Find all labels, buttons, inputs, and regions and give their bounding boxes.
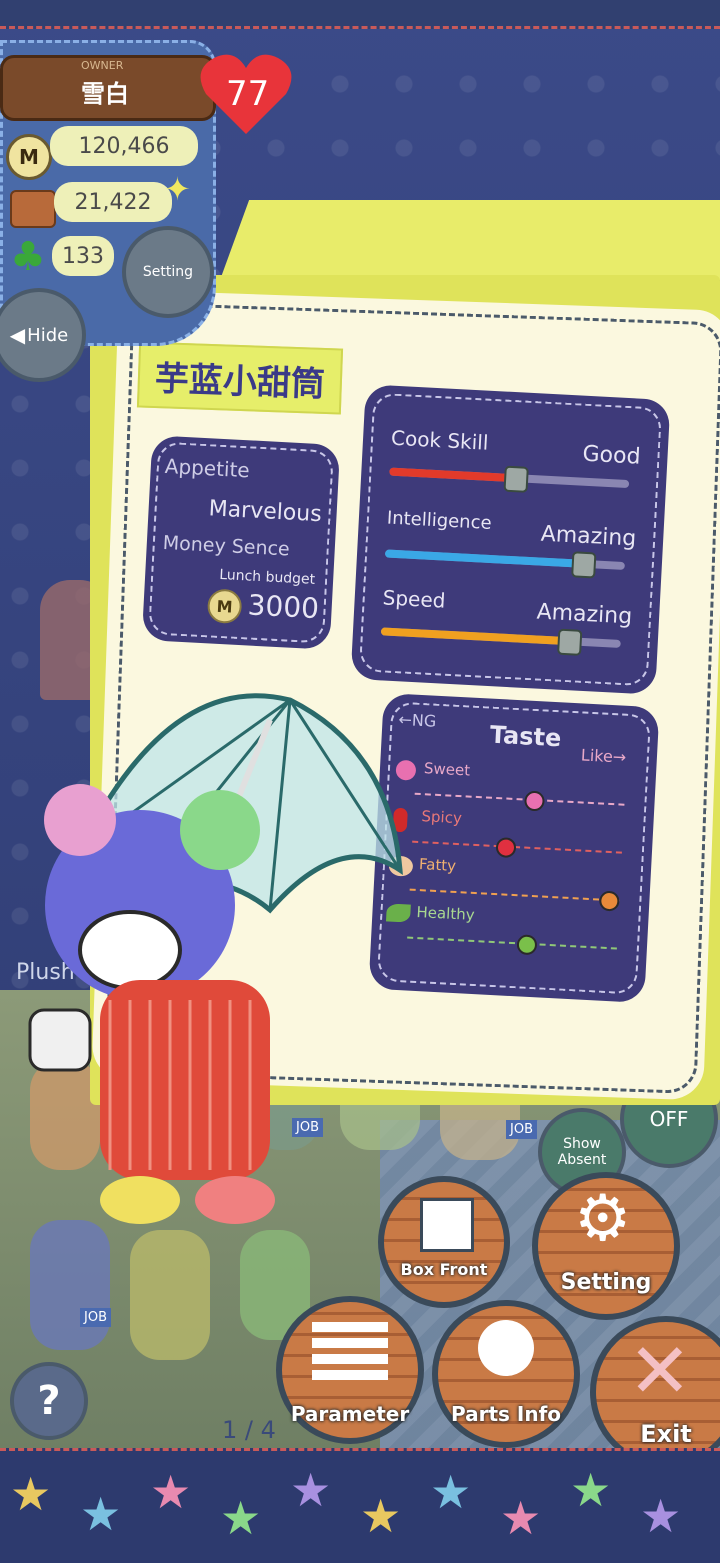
character-foot-left <box>100 1176 180 1224</box>
box-front-button[interactable]: Box Front <box>378 1176 510 1308</box>
help-button[interactable]: ? <box>10 1362 88 1440</box>
stat-value: Good <box>581 441 642 470</box>
taste-pin <box>523 790 545 812</box>
box-top <box>220 200 720 280</box>
stat-slider-knob[interactable] <box>570 551 597 579</box>
parts-info-button[interactable]: Parts Info <box>432 1300 580 1448</box>
stat-value: Amazing <box>540 521 637 552</box>
owner-nameplate[interactable]: OWNER 雪白 <box>0 55 216 121</box>
stat-slider-knob[interactable] <box>557 628 583 656</box>
stat-bar <box>389 465 630 493</box>
star-decoration: ★ <box>290 1463 332 1517</box>
stat-fill <box>384 549 582 568</box>
owner-label: OWNER <box>81 59 124 72</box>
stat-bar <box>384 549 625 579</box>
setting-button[interactable]: ⚙ Setting <box>532 1172 680 1320</box>
parts-icon <box>478 1320 534 1376</box>
stat-label: Cook Skill <box>390 425 489 455</box>
stat-row: Intelligence Amazing <box>384 508 637 591</box>
star-decoration: ★ <box>500 1491 542 1545</box>
stat-fill <box>389 467 515 483</box>
stat-bar <box>380 627 621 656</box>
close-icon: ✕ <box>628 1326 692 1415</box>
gear-icon: ⚙ <box>574 1182 632 1256</box>
page-indicator: 1 / 4 <box>222 1416 276 1444</box>
star-decoration: ★ <box>360 1489 402 1543</box>
plush-character[interactable] <box>20 680 440 1240</box>
dish-name-tag: 芋蓝小甜筒 <box>136 341 344 415</box>
sparkle-icon: ✦ <box>164 170 191 208</box>
character-ear-left <box>44 784 116 856</box>
taste-pin <box>495 837 517 859</box>
box-icon <box>420 1198 474 1252</box>
stat-value: Amazing <box>536 599 633 630</box>
taste-pin <box>598 890 620 912</box>
coin-icon: M <box>6 134 52 180</box>
star-decoration: ★ <box>150 1465 192 1519</box>
lunch-budget-value: 3000 <box>246 588 320 626</box>
taste-track <box>414 792 625 806</box>
star-decoration: ★ <box>220 1491 262 1545</box>
taste-pin <box>516 934 538 956</box>
coin-counter: 120,466 <box>50 126 198 166</box>
appetite-panel: Appetite Marvelous Money Sence Lunch bud… <box>141 435 341 650</box>
taste-like-label: Like→ <box>580 745 627 767</box>
clover-counter: 133 <box>52 236 114 276</box>
stat-fill <box>380 627 569 646</box>
character-paw <box>28 1008 92 1072</box>
star-decoration: ★ <box>570 1463 612 1517</box>
food-basket-icon <box>10 190 56 228</box>
star-decoration: ★ <box>640 1489 682 1543</box>
owner-name: 雪白 <box>81 80 129 108</box>
stat-slider-knob[interactable] <box>503 465 529 493</box>
star-decoration: ★ <box>80 1487 122 1541</box>
star-decoration: ★ <box>10 1467 52 1521</box>
stat-row: Cook Skill Good <box>388 426 641 509</box>
character-ear-right <box>180 790 260 870</box>
bottom-border: ★ ★ ★ ★ ★ ★ ★ ★ ★ ★ <box>0 1448 720 1563</box>
character-foot-right <box>195 1176 275 1224</box>
character-body <box>100 980 270 1180</box>
taste-track <box>412 840 622 854</box>
star-decoration: ★ <box>430 1465 472 1519</box>
stat-label: Intelligence <box>386 507 493 534</box>
job-badge: JOB <box>506 1120 537 1139</box>
job-badge: JOB <box>80 1308 111 1327</box>
setting-small-button[interactable]: Setting <box>122 226 214 318</box>
top-border <box>0 0 720 29</box>
parameter-button[interactable]: Parameter <box>276 1296 424 1444</box>
stat-row: Speed Amazing <box>380 585 633 668</box>
plush-figure[interactable] <box>130 1230 210 1360</box>
food-counter: 21,422 <box>54 182 172 222</box>
character-snout <box>78 910 182 990</box>
dish-name: 芋蓝小甜筒 <box>154 358 326 405</box>
taste-title: Taste <box>489 720 563 753</box>
stat-label: Speed <box>382 585 447 613</box>
taste-track <box>409 888 620 902</box>
list-icon <box>312 1322 388 1382</box>
stats-panel: Cook Skill Good Intelligence Amazing Spe… <box>350 384 671 695</box>
clover-icon: ♣ <box>10 234 46 280</box>
appetite-label: Appetite <box>164 453 251 483</box>
heart-count: 77 <box>226 74 270 114</box>
arrow-left-icon: ◀ <box>9 323 26 347</box>
